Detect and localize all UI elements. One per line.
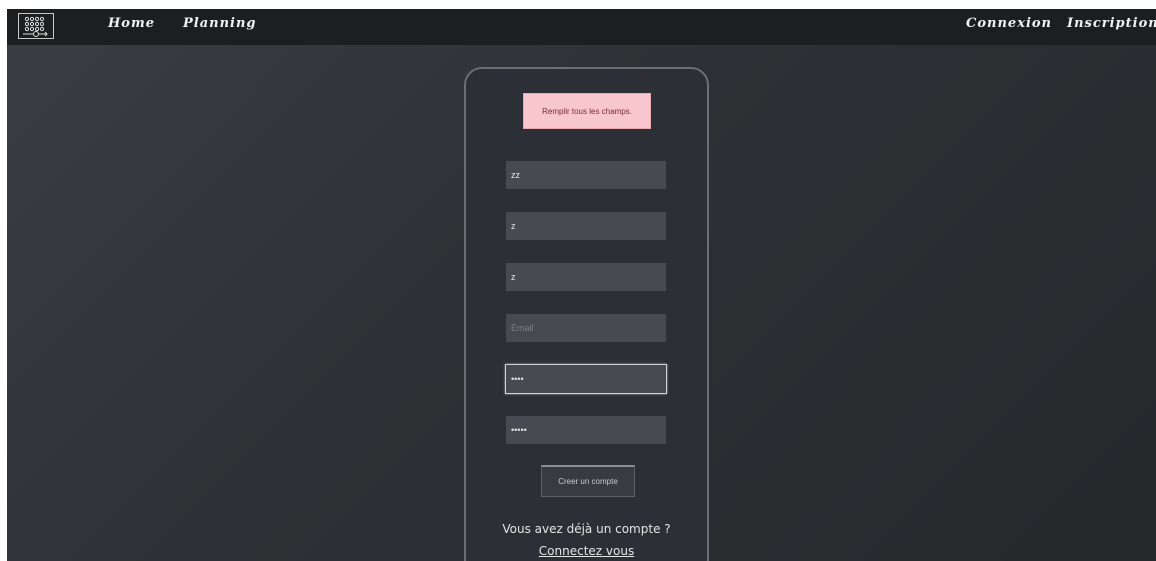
signup-card: Remplir tous les champs. Creer un compte… [464,67,709,561]
navbar: Home Planning Connexion Inscription [7,9,1156,45]
nav-inscription-link[interactable]: Inscription [1067,16,1156,31]
error-alert: Remplir tous les champs. [523,93,651,129]
page-viewport: Home Planning Connexion Inscription Remp… [7,9,1156,561]
already-have-account-text: Vous avez déjà un compte ? [502,522,671,536]
nav-home-link[interactable]: Home [108,16,155,31]
logo-icon[interactable] [18,13,54,39]
create-account-button[interactable]: Creer un compte [541,465,635,497]
nav-connexion-link[interactable]: Connexion [966,16,1052,31]
last-name-field[interactable] [506,212,666,240]
first-name-field[interactable] [506,161,666,189]
nav-planning-link[interactable]: Planning [183,16,257,31]
username-field[interactable] [506,263,666,291]
login-link[interactable]: Connectez vous [466,544,707,558]
email-field[interactable] [506,314,666,342]
confirm-password-field[interactable] [506,416,666,444]
schedule-grid-icon [23,16,48,37]
password-field[interactable] [505,364,667,394]
